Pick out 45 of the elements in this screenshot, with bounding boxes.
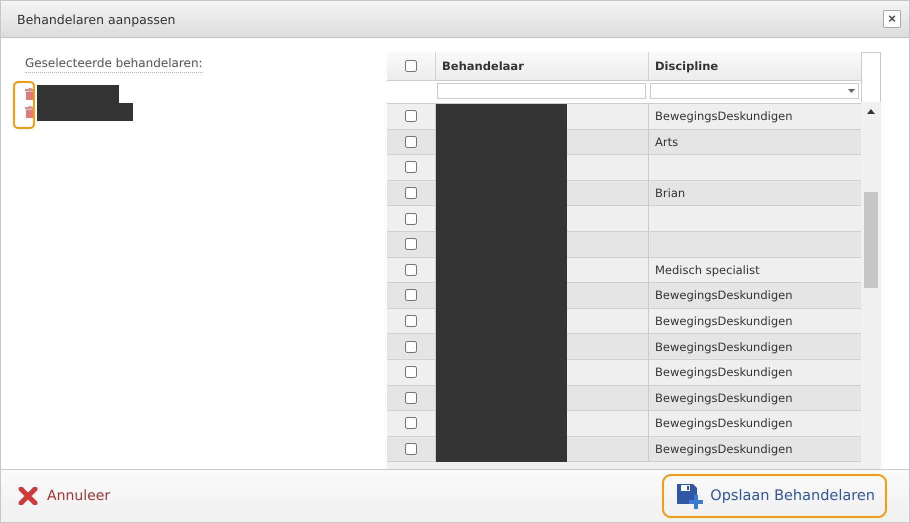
checkbox[interactable]: [405, 238, 417, 250]
checkbox[interactable]: [405, 366, 417, 378]
checkbox[interactable]: [405, 264, 417, 276]
checkbox[interactable]: [405, 110, 417, 122]
caret-icon: [848, 89, 855, 93]
table-row[interactable]: Brian: [387, 180, 861, 206]
table-row[interactable]: BewegingsDeskundigen: [387, 283, 861, 309]
trash-icon[interactable]: [25, 88, 35, 100]
table-row[interactable]: [387, 206, 861, 232]
table-row[interactable]: BewegingsDeskundigen: [387, 334, 861, 360]
filter-field[interactable]: [437, 83, 646, 99]
column-header[interactable]: Behandelaar: [435, 52, 648, 80]
floppy-disk-plus-icon: [676, 483, 704, 509]
close-button[interactable]: ×: [883, 10, 901, 28]
table-row[interactable]: BewegingsDeskundigen: [387, 308, 861, 334]
table-row[interactable]: BewegingsDeskundigen: [387, 360, 861, 386]
table-row[interactable]: BewegingsDeskundigen: [387, 411, 861, 437]
table-row[interactable]: BewegingsDeskundigen: [387, 104, 861, 130]
trash-icon[interactable]: [25, 106, 35, 118]
checkbox[interactable]: [405, 161, 417, 174]
cancel-button[interactable]: Annuleer: [13, 483, 114, 509]
close-icon: [17, 487, 39, 505]
highlight-frame: [13, 81, 35, 129]
save-button[interactable]: Opslaan Behandelaren: [662, 474, 887, 518]
checkbox[interactable]: [405, 417, 417, 430]
table-row[interactable]: [387, 155, 861, 181]
scroll-thumb[interactable]: [864, 192, 878, 288]
checkbox[interactable]: [405, 136, 417, 148]
checkbox[interactable]: [405, 392, 417, 404]
checkbox[interactable]: [405, 212, 417, 225]
checkbox[interactable]: [405, 187, 417, 200]
checkbox[interactable]: [405, 289, 417, 302]
table-row[interactable]: BewegingsDeskundigen: [387, 436, 861, 462]
table-row[interactable]: [387, 232, 861, 258]
table-row[interactable]: Arts: [387, 130, 861, 156]
checkbox[interactable]: [405, 60, 417, 72]
checkbox[interactable]: [405, 443, 417, 456]
dialog-title: Behandelaren aanpassen: [17, 12, 176, 26]
scroll-up-icon[interactable]: [867, 109, 875, 114]
selected-label: Geselecteerde behandelaren:: [25, 56, 203, 73]
scrollbar[interactable]: [861, 52, 881, 469]
table-row[interactable]: Medisch specialist: [387, 258, 861, 284]
checkbox[interactable]: [405, 340, 417, 353]
checkbox[interactable]: [405, 315, 417, 328]
table-row[interactable]: BewegingsDeskundigen: [387, 386, 861, 412]
